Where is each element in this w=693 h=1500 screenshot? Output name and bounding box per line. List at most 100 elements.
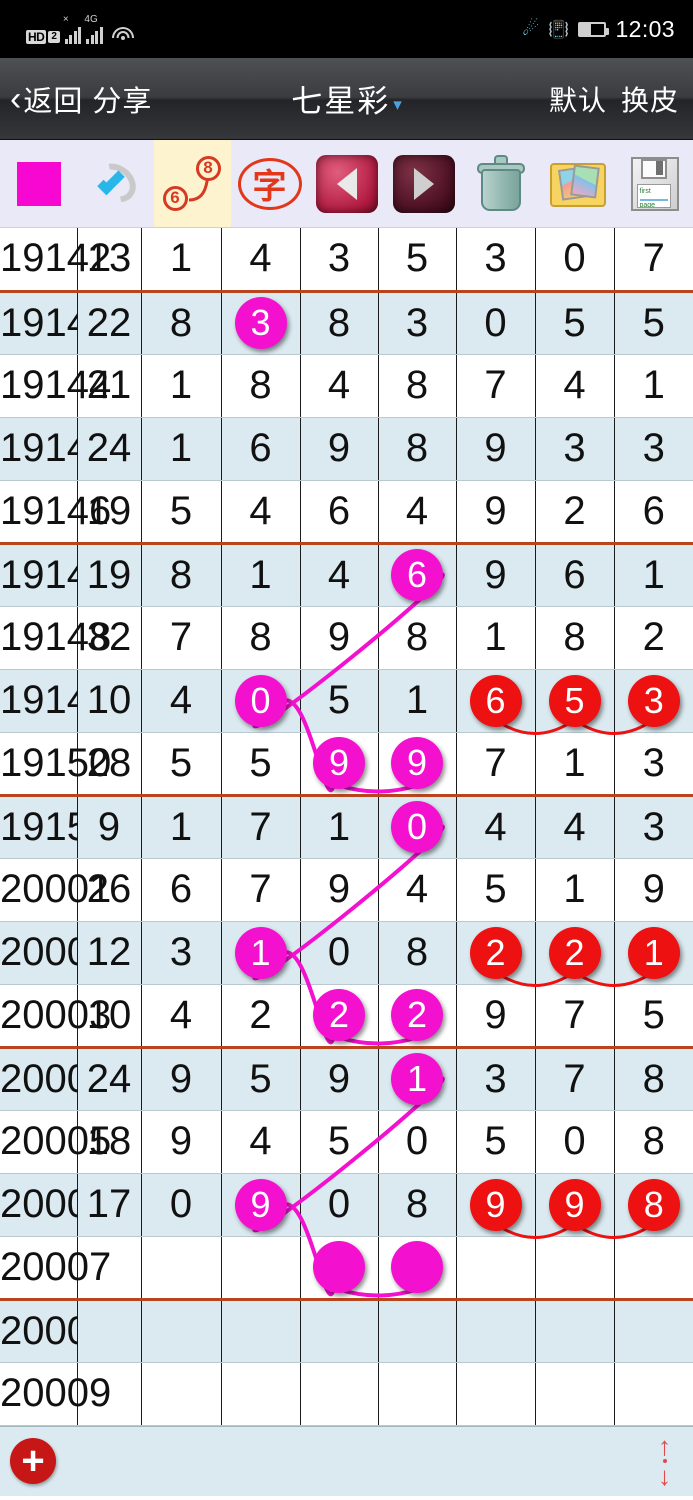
cell-digit[interactable]: 8 [221,354,301,418]
cell-digit[interactable]: 1 [614,354,693,418]
cell-digit[interactable]: 4 [456,795,536,859]
table-row[interactable]: 19147 19 8 1 4 6 9 6 1 [0,543,693,607]
cell-digit[interactable]: 6 [456,669,536,733]
cell-digit[interactable]: 4 [141,669,222,733]
cell-digit[interactable]: 0 [535,228,615,293]
cell-digit[interactable]: 1 [221,921,301,985]
cell-digit[interactable]: 8 [221,606,301,670]
cell-digit[interactable]: 3 [535,417,615,481]
cell-digit[interactable] [614,1236,693,1301]
cell-digit[interactable]: 2 [614,606,693,670]
cell-digit[interactable]: 6 [221,417,301,481]
cell-digit[interactable] [221,1362,301,1426]
character-stamp-button[interactable]: 字 [231,140,308,227]
table-row[interactable]: 19143 22 8 3 8 3 0 5 5 [0,291,693,355]
cell-digit[interactable]: 1 [141,417,222,481]
cell-digit[interactable] [535,1299,615,1363]
marker-pink[interactable]: 0 [391,801,443,853]
cell-digit[interactable]: 4 [221,228,301,293]
cell-digit[interactable]: 8 [378,606,457,670]
cell-digit[interactable]: 9 [456,480,536,545]
cell-digit[interactable]: 9 [141,1110,222,1174]
cell-digit[interactable]: 4 [300,354,379,418]
table-row[interactable]: 19148 32 7 8 9 8 1 8 2 [0,606,693,670]
cell-digit[interactable]: 1 [535,858,615,922]
cell-digit[interactable]: 8 [300,291,379,355]
cell-digit[interactable]: 8 [378,1173,457,1237]
cell-digit[interactable]: 9 [300,606,379,670]
marker-pink[interactable]: 6 [391,549,443,601]
cell-digit[interactable]: 0 [300,921,379,985]
cell-digit[interactable]: 5 [535,291,615,355]
cell-digit[interactable]: 9 [456,417,536,481]
marker-pink[interactable]: 9 [313,737,365,789]
scroll-control[interactable]: ↑ ↓ [658,1433,671,1489]
cell-digit[interactable] [456,1362,536,1426]
cell-digit[interactable]: 1 [141,228,222,293]
cell-digit[interactable]: 1 [456,606,536,670]
cell-digit[interactable] [535,1236,615,1301]
cell-digit[interactable]: 9 [300,858,379,922]
cell-digit[interactable]: 0 [300,1173,379,1237]
cell-digit[interactable]: 3 [141,921,222,985]
cell-digit[interactable]: 7 [535,984,615,1049]
cell-digit[interactable]: 9 [614,858,693,922]
cell-digit[interactable]: 5 [221,1047,301,1111]
cell-digit[interactable]: 7 [614,228,693,293]
cell-digit[interactable]: 1 [378,669,457,733]
cell-digit[interactable]: 9 [300,417,379,481]
marker-pink[interactable]: 9 [234,1178,287,1231]
cell-digit[interactable]: 1 [614,543,693,607]
cell-digit[interactable]: 2 [535,480,615,545]
cell-digit[interactable]: 0 [378,1110,457,1174]
table-row[interactable]: 19142 13 1 4 3 5 3 0 7 [0,228,693,293]
chevron-down-icon[interactable]: ▾ [393,95,402,115]
table-row[interactable]: 20009 [0,1362,693,1426]
cell-digit[interactable]: 8 [378,354,457,418]
cell-digit[interactable]: 7 [535,1047,615,1111]
cell-digit[interactable]: 8 [141,291,222,355]
cell-digit[interactable]: 0 [221,669,301,733]
cell-digit[interactable]: 2 [221,984,301,1049]
cell-digit[interactable]: 9 [456,543,536,607]
cell-digit[interactable]: 4 [221,1110,301,1174]
marker-pink[interactable]: 1 [391,1053,443,1105]
connect-numbers-button[interactable]: 6 8 [154,140,231,227]
marker-red[interactable]: 9 [548,1178,601,1231]
cell-digit[interactable]: 9 [221,1173,301,1237]
cell-digit[interactable]: 0 [535,1110,615,1174]
cell-digit[interactable]: 3 [614,417,693,481]
cell-digit[interactable]: 5 [614,984,693,1049]
cell-digit[interactable]: 8 [614,1173,693,1237]
cell-digit[interactable]: 0 [141,1173,222,1237]
table-row[interactable]: 20006 17 0 9 0 8 9 9 8 [0,1173,693,1237]
table-row[interactable]: 19151 9 1 7 1 0 4 4 3 [0,795,693,859]
cell-digit[interactable]: 6 [535,543,615,607]
cell-digit[interactable] [614,1362,693,1426]
cell-digit[interactable]: 8 [378,921,457,985]
table-row[interactable]: 20004 24 9 5 9 1 3 7 8 [0,1047,693,1111]
cell-digit[interactable]: 1 [535,732,615,797]
marker-red[interactable]: 2 [548,926,601,979]
next-button[interactable] [385,140,462,227]
cell-digit[interactable]: 9 [378,732,457,797]
marker-red[interactable]: 2 [469,926,522,979]
cell-digit[interactable]: 8 [141,543,222,607]
table-row[interactable]: 20007 [0,1236,693,1301]
photos-button[interactable] [539,140,616,227]
cell-digit[interactable]: 8 [614,1110,693,1174]
cell-digit[interactable]: 2 [300,984,379,1049]
cell-digit[interactable]: 1 [141,354,222,418]
marker-red[interactable]: 3 [627,674,680,727]
cell-digit[interactable]: 5 [300,669,379,733]
cell-digit[interactable]: 5 [141,732,222,797]
cell-digit[interactable]: 7 [221,858,301,922]
cell-digit[interactable] [456,1236,536,1301]
cell-digit[interactable]: 9 [456,984,536,1049]
table-row[interactable]: 19150 28 5 5 9 9 7 1 3 [0,732,693,797]
cell-digit[interactable]: 1 [614,921,693,985]
marker-pink[interactable]: 9 [391,737,443,789]
arrow-down-icon[interactable]: ↓ [658,1463,671,1489]
cell-digit[interactable] [141,1236,222,1301]
pen-check-button[interactable] [77,140,154,227]
